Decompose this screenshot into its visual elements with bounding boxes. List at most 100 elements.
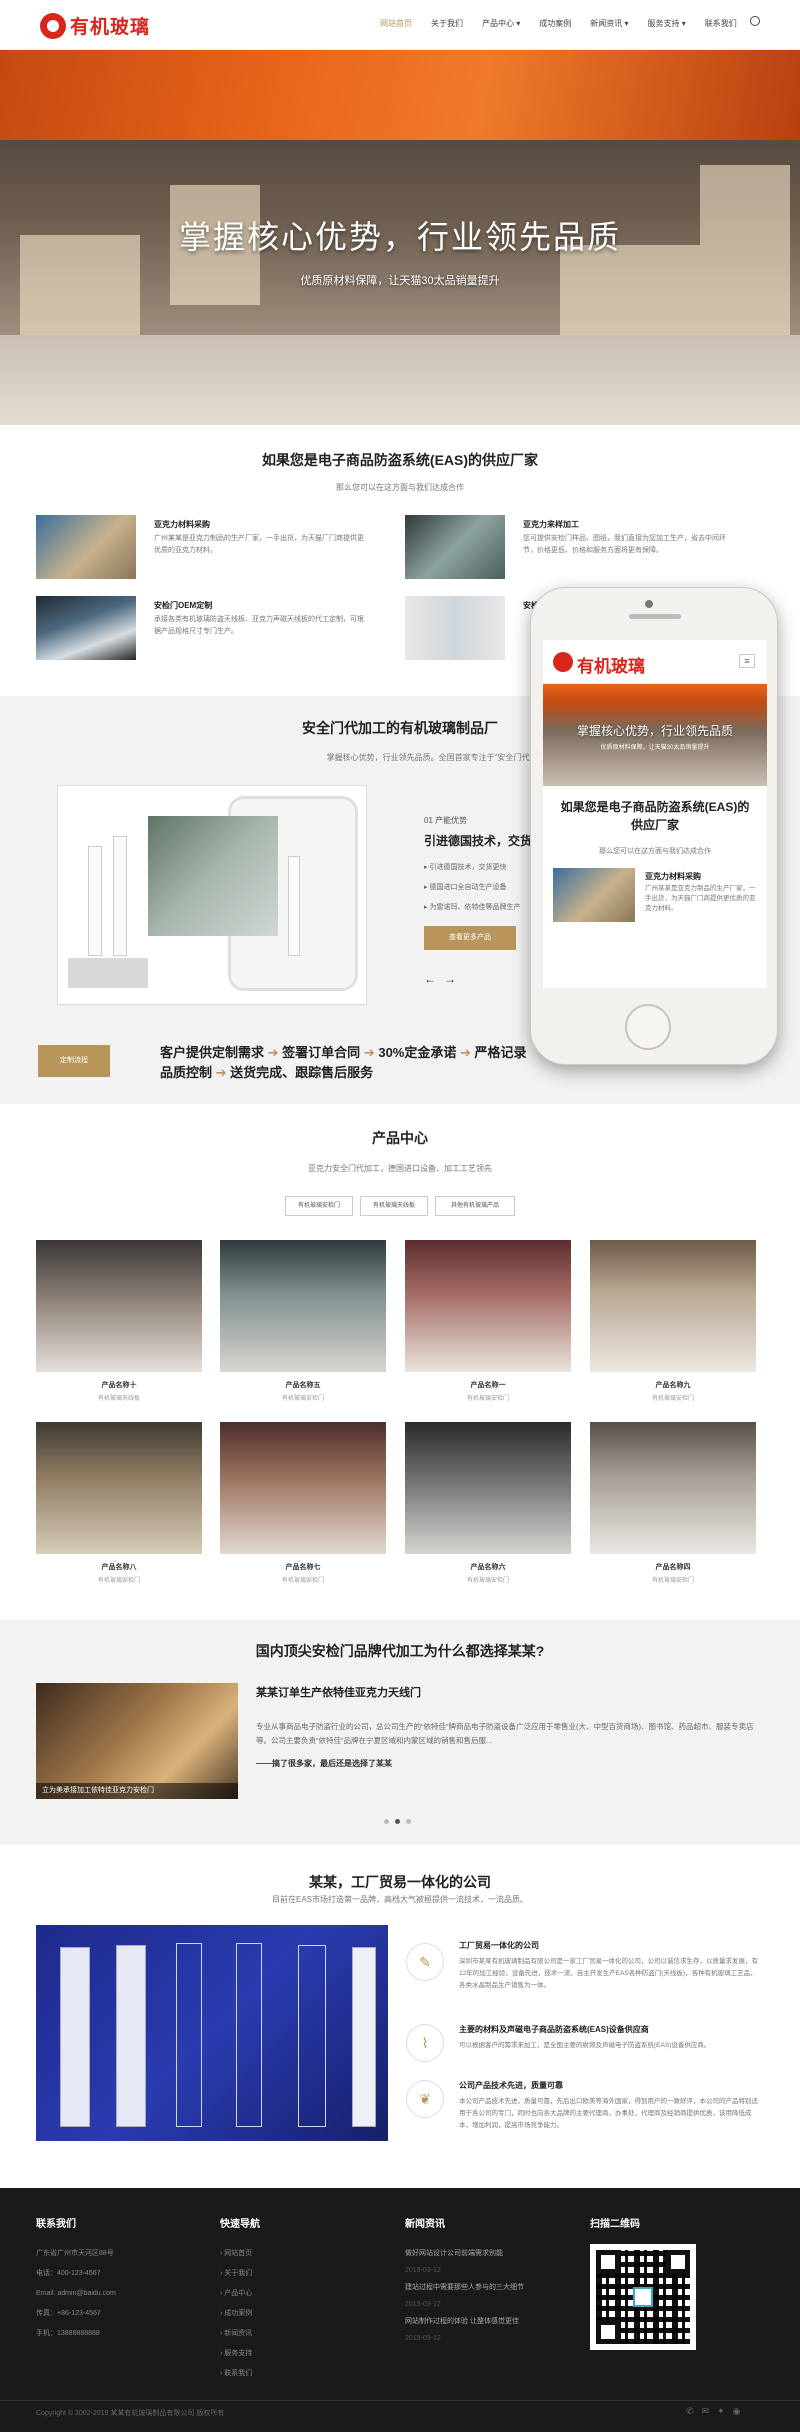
footer-heading: 联系我们	[36, 2219, 76, 2230]
process-step: 30%定金承诺	[378, 1045, 457, 1060]
hero-ceiling	[0, 50, 800, 140]
feature-desc: 承接各类有机玻璃防盗天线板、亚克力声磁天线板的代工定制，可根据产品规格尺寸专门生…	[154, 616, 364, 635]
gate-panel	[352, 1947, 376, 2127]
company-subtitle: 目前在EAS市场打造第一品牌，高档大气被極提供一流技术，一流品质。	[271, 1895, 528, 1904]
gate-base	[68, 958, 148, 988]
tab-acrylic-gate[interactable]: 有机玻璃安检门	[285, 1196, 353, 1216]
process-step: 客户提供定制需求	[160, 1045, 265, 1060]
product-card[interactable]: 产品名称八 有机玻璃安检门	[36, 1422, 202, 1590]
phone-hero-subtitle: 优质原材料保障，让天猫30太品销量提升	[600, 745, 710, 751]
feature-item[interactable]: 亚克力材料采购 广州某某是亚克力制品的生产厂家，一手出货，为天猫厂门商提供更优质…	[36, 515, 366, 579]
feature-image	[36, 596, 136, 660]
search-icon[interactable]	[750, 16, 760, 26]
service-title: 公司产品技术先进，质量可靠	[459, 2081, 563, 2090]
factory-image	[57, 785, 367, 1005]
menu-cases[interactable]: 成功案例	[539, 18, 571, 29]
tab-other-products[interactable]: 其他有机玻璃产品	[435, 1196, 515, 1216]
carousel-dot[interactable]	[406, 1819, 411, 1824]
menu-contact[interactable]: 联系我们	[705, 18, 737, 29]
carousel-prev-icon[interactable]: ←	[424, 972, 436, 986]
feature-image	[36, 515, 136, 579]
phone-feature-title: 亚克力材料采购	[645, 872, 701, 881]
factory-step: 01 产能优势	[424, 816, 468, 825]
copyright: Copyright © 2002-2019 某某有机玻璃制品有限公司 版权所有	[36, 2410, 225, 2417]
carousel-dot-active[interactable]	[395, 1819, 400, 1824]
products-title: 产品中心	[372, 1130, 428, 1146]
feature-desc: 您可提供安检门样品、图纸，我们直接为您加工生产，省去中间环节，价格更低、价格和服…	[523, 535, 726, 554]
service-desc: 本公司产品技术先进，质量可靠，先后出口欧美等海外国家，得到用户的一致好评，本公司…	[459, 2098, 758, 2129]
chart-icon: ⌇	[406, 2024, 444, 2062]
gate-panel	[236, 1943, 262, 2127]
footer-link[interactable]: › 联系我们	[220, 2364, 260, 2384]
menu-icon[interactable]: ≡	[739, 654, 755, 668]
case-image-caption: 立为美承接加工依特佳亚克力安检门	[36, 1783, 238, 1799]
top-navbar: 有机玻璃 网站首页 关于我们 产品中心 ▾ 成功案例 新闻资讯 ▾ 服务支持 ▾…	[0, 0, 800, 50]
product-card[interactable]: 产品名称一 有机玻璃安检门	[405, 1240, 571, 1408]
case-desc: 专业从事商品电子防盗行业的公司，总公司生产的“依特佳”牌商品电子防盗设备广泛应用…	[256, 1722, 754, 1745]
feature-title: 亚克力材料采购	[154, 520, 210, 529]
product-card[interactable]: 产品名称六 有机玻璃安检门	[405, 1422, 571, 1590]
footer-link[interactable]: › 成功案例	[220, 2304, 260, 2324]
tab-antenna-board[interactable]: 有机玻璃天线板	[360, 1196, 428, 1216]
product-image	[220, 1422, 386, 1554]
phone-section-subtitle: 那么您可以在这方面与我们达成合作	[599, 848, 711, 855]
news-link[interactable]: 网站制作过程的体验 让整体感觉更佳	[405, 2312, 524, 2332]
carousel-dot[interactable]	[384, 1819, 389, 1824]
home-button-icon	[625, 1004, 671, 1050]
menu-products[interactable]: 产品中心 ▾	[482, 18, 520, 29]
arrow-icon: ➔	[267, 1045, 279, 1060]
carousel-next-icon[interactable]: →	[444, 972, 456, 986]
footer-link[interactable]: › 服务支持	[220, 2344, 260, 2364]
product-name: 产品名称九	[655, 1382, 691, 1389]
social-icons[interactable]: ✆✉✦◉	[686, 2406, 748, 2417]
menu-news[interactable]: 新闻资讯 ▾	[590, 18, 628, 29]
product-name: 产品名称十	[101, 1382, 137, 1389]
menu-home[interactable]: 网站首页	[380, 18, 412, 29]
product-name: 产品名称七	[285, 1564, 321, 1571]
menu-about[interactable]: 关于我们	[431, 18, 463, 29]
company-title: 某某，工厂贸易一体化的公司	[309, 1874, 491, 1890]
pen-icon: ✎	[406, 1943, 444, 1981]
product-card[interactable]: 产品名称七 有机玻璃安检门	[220, 1422, 386, 1590]
footer-line: 手机：13888888888	[36, 2330, 100, 2337]
product-card[interactable]: 产品名称九 有机玻璃安检门	[590, 1240, 756, 1408]
product-image	[590, 1240, 756, 1372]
factory-heading: 引进德国技术，交货	[424, 834, 533, 848]
process-step: 送货完成、跟踪售后服务	[230, 1065, 374, 1080]
product-card[interactable]: 产品名称四 有机玻璃安检门	[590, 1422, 756, 1590]
logo[interactable]: 有机玻璃	[40, 12, 150, 39]
footer-link[interactable]: › 新闻资讯	[220, 2324, 260, 2344]
product-image	[36, 1422, 202, 1554]
footer-link[interactable]: › 网站首页	[220, 2244, 260, 2264]
feature-title: 亚克力来样加工	[523, 520, 579, 529]
custom-process-button[interactable]: 定制流程	[38, 1045, 110, 1077]
news-date: 2019-03-12	[405, 2301, 441, 2308]
menu-support[interactable]: 服务支持 ▾	[648, 18, 686, 29]
factory-bullet: ▸ 德国进口全自动生产设备	[424, 884, 507, 891]
feature-item[interactable]: 安检门OEM定制 承接各类有机玻璃防盗天线板、亚克力声磁天线板的代工定制，可根据…	[36, 596, 366, 660]
footer-link[interactable]: › 关于我们	[220, 2264, 260, 2284]
view-more-products-button[interactable]: 查看更多产品	[424, 926, 516, 950]
factory-bullet: ▸ 引进德国技术，交货更快	[424, 864, 507, 871]
footer-nav: 快速导航 › 网站首页 › 关于我们 › 产品中心 › 成功案例 › 新闻资讯 …	[220, 2215, 260, 2384]
product-category: 有机玻璃安检门	[466, 1396, 509, 1402]
product-card[interactable]: 产品名称十 有机玻璃天线板	[36, 1240, 202, 1408]
product-image	[590, 1422, 756, 1554]
gate-panel	[88, 846, 102, 956]
product-card[interactable]: 产品名称五 有机玻璃安检门	[220, 1240, 386, 1408]
phone-header: 有机玻璃 ≡	[543, 640, 767, 684]
footer-line: 广东省广州市天河区88号	[36, 2250, 114, 2257]
phone-feature-desc: 广州某某是亚克力制品的生产厂家，一手出货，为天猫厂门商提供更优质的亚克力材料。	[645, 885, 756, 912]
feature-image	[405, 515, 505, 579]
case-image[interactable]: 立为美承接加工依特佳亚克力安检门	[36, 1683, 238, 1799]
news-link[interactable]: 做好网站设计公司前端需求别能	[405, 2244, 524, 2264]
product-category: 有机玻璃安检门	[466, 1578, 509, 1584]
product-name: 产品名称一	[470, 1382, 506, 1389]
feature-item[interactable]: 亚克力来样加工 您可提供安检门样品、图纸，我们直接为您加工生产，省去中间环节，价…	[405, 515, 735, 579]
footer-link[interactable]: › 产品中心	[220, 2284, 260, 2304]
footer-line[interactable]: Email: admin@baidu.com	[36, 2284, 116, 2304]
hero-title: 掌握核心优势，行业领先品质	[178, 219, 621, 255]
factory-photo	[148, 816, 278, 936]
news-link[interactable]: 建站过程中需要那些人参与的三大细节	[405, 2278, 524, 2298]
gate-panel	[176, 1943, 202, 2127]
